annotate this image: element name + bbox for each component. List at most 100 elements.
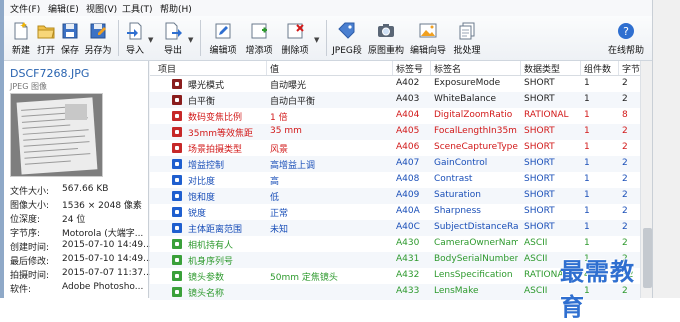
tag-category-icon: [172, 127, 182, 137]
save-button[interactable]: 保存: [58, 18, 82, 58]
cell-count: 1: [584, 142, 590, 152]
camera-icon: [378, 24, 394, 37]
cell-type: SHORT: [524, 78, 555, 88]
menu-file[interactable]: 文件(F): [10, 2, 40, 15]
toolbar: 新建 打开 保存 另存为 导入 ▼ 导出 ▼ 编辑项 增添项 删除项 ▼ JPE…: [4, 16, 653, 61]
edit-item-button[interactable]: 编辑项: [206, 18, 240, 58]
cell-value: 1 倍: [270, 113, 288, 123]
cell-count: 1: [584, 206, 590, 216]
menu-view[interactable]: 视图(V): [86, 2, 117, 15]
batch-button[interactable]: 批处理: [450, 18, 484, 58]
add-item-icon: [251, 23, 267, 39]
cell-type: SHORT: [524, 158, 555, 168]
cell-value: 35 mm: [270, 126, 302, 136]
delete-item-button[interactable]: 删除项: [278, 18, 312, 58]
cell-tagname: GainControl: [434, 158, 488, 168]
prop-image-size: 图像大小: 1536 × 2048 像素: [10, 201, 142, 211]
menu-tools[interactable]: 工具(T): [122, 2, 153, 15]
table-row[interactable]: 白平衡 自动白平衡 A403 WhiteBalance SHORT 1 2: [150, 92, 640, 108]
file-type: JPEG 图像: [10, 82, 47, 91]
cell-tagname: BodySerialNumber: [434, 254, 518, 264]
cell-tag: A430: [396, 238, 420, 248]
save-as-button[interactable]: 另存为: [82, 18, 114, 58]
cell-name: 白平衡: [188, 97, 216, 107]
cell-type: SHORT: [524, 126, 555, 136]
prop-shot-time: 拍摄时间: 2015-07-07 11:37...: [10, 268, 152, 281]
cell-type: SHORT: [524, 206, 555, 216]
import-icon: [127, 22, 142, 40]
cell-bytes: 2: [622, 142, 628, 152]
open-button[interactable]: 打开: [34, 18, 58, 58]
table-row[interactable]: 对比度 高 A408 Contrast SHORT 1 2: [150, 172, 640, 188]
cell-value: 风景: [270, 145, 289, 155]
new-button[interactable]: 新建: [8, 18, 34, 58]
cell-tag: A403: [396, 94, 420, 104]
import-dropdown-chevron-icon[interactable]: ▼: [148, 36, 153, 44]
table-row[interactable]: 饱和度 低 A409 Saturation SHORT 1 2: [150, 188, 640, 204]
thumbnail-document-photo-icon: [11, 94, 102, 176]
prop-bit-depth: 位深度: 24 位: [10, 215, 86, 225]
table-row[interactable]: 曝光模式 自动曝光 A402 ExposureMode SHORT 1 2: [150, 76, 640, 92]
cell-name: 场景拍摄类型: [188, 145, 243, 155]
image-thumbnail: [10, 93, 103, 177]
watermark-text: 最需教育: [560, 257, 635, 321]
add-item-button[interactable]: 增添项: [242, 18, 276, 58]
toolbar-separator: [200, 20, 201, 56]
prop-byte-order: 字节序: Motorola (大端字...: [10, 229, 144, 239]
col-bytes[interactable]: 字节: [622, 62, 640, 75]
tag-category-icon: [172, 287, 182, 297]
tag-category-icon: [172, 207, 182, 217]
cell-tagname: ExposureMode: [434, 78, 501, 88]
table-row[interactable]: 相机持有人 A430 CameraOwnerName ASCII 1 2: [150, 236, 640, 252]
col-tag-name[interactable]: 标签名: [434, 62, 461, 75]
table-row[interactable]: 锐度 正常 A40A Sharpness SHORT 1 2: [150, 204, 640, 220]
delete-item-icon: [287, 23, 304, 39]
table-row[interactable]: 增益控制 高增益上调 A407 GainControl SHORT 1 2: [150, 156, 640, 172]
prop-file-size: 文件大小: 567.66 KB: [10, 184, 109, 197]
table-row[interactable]: 主体距离范围 未知 A40C SubjectDistanceRa... SHORT 1 2: [150, 220, 640, 236]
cell-tagname: WhiteBalance: [434, 94, 497, 104]
table-row[interactable]: 场景拍摄类型 风景 A406 SceneCaptureType SHORT 1 2: [150, 140, 640, 156]
cell-type: SHORT: [524, 174, 555, 184]
edit-wizard-button[interactable]: 编辑向导: [408, 18, 448, 58]
cell-count: 1: [584, 158, 590, 168]
cell-tag: A432: [396, 270, 420, 280]
open-folder-icon: [37, 25, 55, 39]
file-name: DSCF7268.JPG: [10, 67, 90, 80]
jpeg-segment-button[interactable]: JPEG段: [330, 18, 364, 58]
edit-item-icon: [215, 23, 231, 39]
cell-tagname: Contrast: [434, 174, 473, 184]
cell-name: 35mm等效焦距: [188, 129, 253, 139]
online-help-button[interactable]: ? 在线帮助: [606, 18, 646, 58]
col-count[interactable]: 组件数: [584, 62, 611, 75]
col-item[interactable]: 项目: [158, 62, 176, 75]
export-dropdown-chevron-icon[interactable]: ▼: [188, 36, 193, 44]
table-row[interactable]: 35mm等效焦距 35 mm A405 FocalLengthIn35m... SHOR…: [150, 124, 640, 140]
menu-help[interactable]: 帮助(H): [160, 2, 192, 15]
cell-name: 对比度: [188, 177, 216, 187]
new-file-icon: [14, 22, 28, 40]
cell-tagname: SubjectDistanceRa...: [434, 222, 518, 232]
col-value[interactable]: 值: [270, 62, 279, 75]
cell-tagname: CameraOwnerName: [434, 238, 518, 248]
floppy-disk-icon: [62, 23, 78, 39]
export-button[interactable]: 导出: [160, 18, 186, 58]
tag-category-icon: [172, 111, 182, 121]
import-button[interactable]: 导入: [122, 18, 148, 58]
help-question-icon: ?: [618, 23, 634, 39]
cell-bytes: 2: [622, 174, 628, 184]
cell-value: 50mm 定焦镜头: [270, 273, 338, 283]
menu-edit[interactable]: 编辑(E): [48, 2, 79, 15]
image-rebuild-button[interactable]: 原图重构: [366, 18, 406, 58]
cell-count: 1: [584, 110, 590, 120]
tag-category-icon: [172, 239, 182, 249]
cell-name: 增益控制: [188, 161, 225, 171]
delete-dropdown-chevron-icon[interactable]: ▼: [314, 36, 319, 44]
cell-count: 1: [584, 94, 590, 104]
col-data-type[interactable]: 数据类型: [524, 62, 560, 75]
table-row[interactable]: 数码变焦比例 1 倍 A404 DigitalZoomRatio RATIONAL 1 8: [150, 108, 640, 124]
export-icon: [165, 22, 182, 40]
cell-bytes: 2: [622, 78, 628, 88]
col-tag-number[interactable]: 标签号: [396, 62, 423, 75]
prop-modified: 最后修改: 2015-07-10 14:49...: [10, 254, 152, 267]
